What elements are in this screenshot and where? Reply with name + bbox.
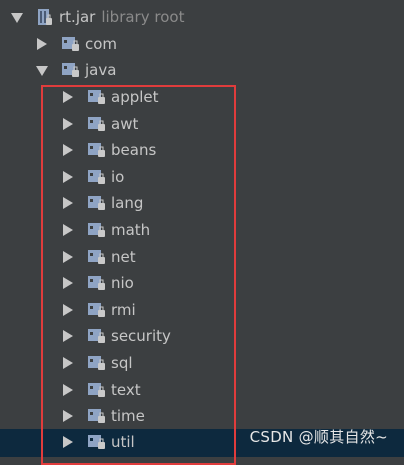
tree-row-label: applet <box>111 88 159 106</box>
arrow-right-icon[interactable] <box>63 384 73 396</box>
tree-row-java[interactable]: java <box>0 57 404 83</box>
arrow-right-icon[interactable] <box>63 144 73 156</box>
arrow-right-icon[interactable] <box>63 304 73 316</box>
tree-row-label: security <box>111 327 171 345</box>
package-folder-icon <box>88 435 105 449</box>
tree-row-label: beans <box>111 141 157 159</box>
arrow-right-icon[interactable] <box>63 277 73 289</box>
tree-row-label: rmi <box>111 301 136 319</box>
package-folder-icon <box>88 223 105 237</box>
arrow-right-icon[interactable] <box>63 436 73 448</box>
project-tree: rt.jar library root com java applet awt b… <box>0 0 404 465</box>
tree-row-security[interactable]: security <box>0 323 404 349</box>
tree-row-label: com <box>85 35 118 53</box>
arrow-right-icon[interactable] <box>63 197 73 209</box>
tree-row-rmi[interactable]: rmi <box>0 297 404 323</box>
tree-row-label: text <box>111 381 141 399</box>
tree-row-label: sql <box>111 354 133 372</box>
package-folder-icon <box>88 250 105 264</box>
arrow-right-icon[interactable] <box>63 224 73 236</box>
tree-row-sql[interactable]: sql <box>0 350 404 376</box>
tree-row-io[interactable]: io <box>0 164 404 190</box>
tree-row-math[interactable]: math <box>0 217 404 243</box>
arrow-right-icon[interactable] <box>63 251 73 263</box>
package-folder-icon <box>88 170 105 184</box>
watermark: CSDN @顺其自然~ <box>249 428 388 446</box>
arrow-right-icon[interactable] <box>63 410 73 422</box>
package-folder-icon <box>88 143 105 157</box>
tree-row-label: awt <box>111 115 139 133</box>
package-folder-icon <box>88 276 105 290</box>
arrow-right-icon[interactable] <box>37 38 47 50</box>
tree-row-beans[interactable]: beans <box>0 137 404 163</box>
package-folder-icon <box>88 409 105 423</box>
tree-row-label: math <box>111 221 151 239</box>
tree-row-nio[interactable]: nio <box>0 270 404 296</box>
package-folder-icon <box>62 37 79 51</box>
jar-archive-icon <box>38 9 52 25</box>
arrow-down-icon[interactable] <box>36 66 48 76</box>
package-folder-icon <box>88 117 105 131</box>
arrow-right-icon[interactable] <box>63 330 73 342</box>
tree-row-root[interactable]: rt.jar library root <box>0 4 404 30</box>
package-folder-icon <box>88 356 105 370</box>
tree-row-label: net <box>111 248 136 266</box>
tree-row-applet[interactable]: applet <box>0 84 404 110</box>
tree-row-label: java <box>85 61 117 79</box>
tree-row-label: rt.jar library root <box>59 6 184 28</box>
root-hint: library root <box>101 8 185 26</box>
tree-row-label: util <box>111 433 135 451</box>
package-folder-icon <box>88 196 105 210</box>
arrow-right-icon[interactable] <box>63 91 73 103</box>
arrow-right-icon[interactable] <box>63 118 73 130</box>
tree-row-awt[interactable]: awt <box>0 111 404 137</box>
arrow-right-icon[interactable] <box>63 171 73 183</box>
package-folder-icon <box>62 63 79 77</box>
root-name: rt.jar <box>59 8 96 26</box>
tree-row-text[interactable]: text <box>0 377 404 403</box>
package-folder-icon <box>88 303 105 317</box>
tree-row-label: nio <box>111 274 134 292</box>
arrow-right-icon[interactable] <box>63 357 73 369</box>
tree-row-net[interactable]: net <box>0 244 404 270</box>
package-folder-icon <box>88 329 105 343</box>
package-folder-icon <box>88 383 105 397</box>
tree-row-label: time <box>111 407 145 425</box>
tree-row-com[interactable]: com <box>0 31 404 57</box>
package-folder-icon <box>88 90 105 104</box>
tree-row-lang[interactable]: lang <box>0 190 404 216</box>
tree-row-label: io <box>111 168 125 186</box>
tree-row-label: lang <box>111 194 144 212</box>
arrow-down-icon[interactable] <box>11 13 23 23</box>
